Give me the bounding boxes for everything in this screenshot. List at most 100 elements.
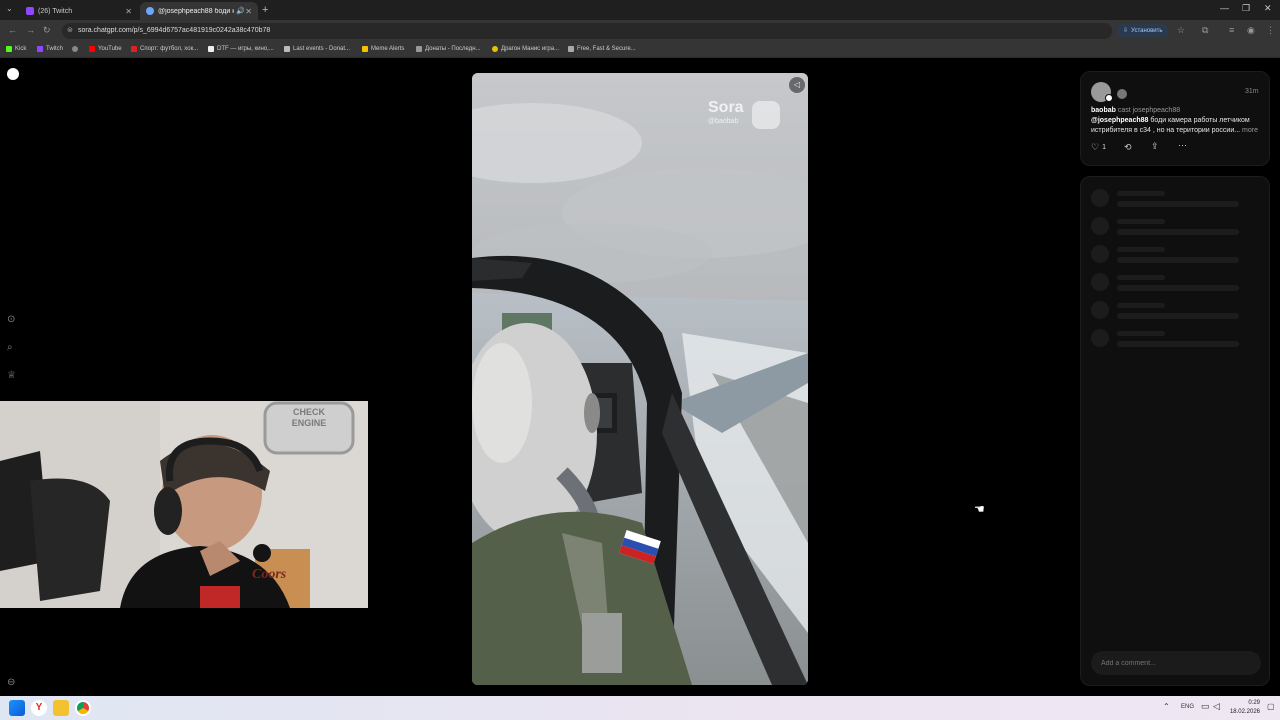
sign-line-1: CHECK [292, 407, 325, 417]
bookmark-label: YouTube [98, 46, 122, 52]
clock-date: 18.02.2026 [1229, 709, 1260, 715]
profile-icon[interactable]: ◉ [1247, 25, 1255, 36]
meme-alerts-icon [362, 46, 368, 52]
new-tab-button[interactable]: + [262, 4, 268, 16]
volume-icon[interactable]: ◁ [1213, 701, 1220, 712]
sora-icon [146, 7, 154, 15]
tab-sora[interactable]: @josephpeach88 боди ка... 🔊 ✕ [140, 2, 258, 20]
search-icon[interactable]: ⌕ [7, 342, 13, 353]
kick-icon [6, 46, 12, 52]
sora-watermark-icon [752, 101, 780, 129]
clock[interactable]: 0:29 18.02.2026 [1228, 699, 1260, 717]
bookmark-twitch[interactable]: Twitch [37, 46, 63, 52]
bookmark-label: Kick [15, 46, 27, 52]
share-icon[interactable]: ⇪ [1151, 141, 1159, 152]
maximize-button[interactable]: ❐ [1242, 3, 1250, 14]
comments-panel [1080, 176, 1270, 686]
bookmark-label: Twitch [46, 46, 64, 52]
cast-avatar[interactable] [1117, 89, 1127, 99]
reload-icon[interactable]: ↻ [43, 25, 51, 36]
youtube-icon [89, 46, 95, 52]
watermark-handle: @baobab [708, 118, 739, 125]
tab-twitch[interactable]: (26) Twitch ✕ [20, 2, 138, 20]
speaker-icon[interactable]: 🔊 [236, 7, 245, 15]
author-name[interactable]: baobab [1091, 107, 1116, 114]
bookmark-sport[interactable]: Спорт: футбол, хок... [131, 46, 198, 52]
post-time: 31m [1245, 88, 1259, 95]
url-field[interactable]: ⊜ sora.chatgpt.com/p/s_6994d6757ac481919… [62, 23, 1112, 39]
install-label: Установить [1131, 28, 1163, 34]
close-icon[interactable]: ✕ [125, 7, 132, 16]
tab-bar: ⌄ (26) Twitch ✕ @josephpeach88 боди ка..… [0, 0, 1280, 20]
tray-chevron-icon[interactable]: ⌃ [1163, 702, 1170, 711]
comment-skeleton [1091, 189, 1261, 211]
remix-icon[interactable]: ⟲ [1124, 142, 1132, 153]
address-bar-row: ← → ↻ ⊜ sora.chatgpt.com/p/s_6994d6757ac… [0, 20, 1280, 42]
tab-label: @josephpeach88 боди ка... [158, 7, 234, 15]
bookmark-label: DTF — игры, кино,... [217, 46, 274, 52]
back-icon[interactable]: ← [8, 25, 17, 35]
site-info-icon[interactable]: ⊜ [67, 26, 73, 34]
watermark-text: Sora [708, 99, 744, 116]
speaker-muted-icon: ◁ [793, 80, 801, 89]
bookmark-dtf[interactable]: DTF — игры, кино,... [208, 46, 274, 52]
bookmark-mail[interactable]: Free, Fast & Secure... [568, 46, 636, 52]
notifications-icon[interactable]: ▢ [1267, 702, 1275, 711]
window-close-button[interactable]: ✕ [1264, 3, 1272, 14]
dragon-icon [492, 46, 498, 52]
hand-cursor-icon: ☚ [974, 502, 985, 516]
bookmark-donat[interactable]: Last events - Donat... [284, 46, 350, 52]
file-explorer-icon[interactable] [53, 700, 69, 716]
heart-icon: ♡ [1091, 142, 1100, 152]
bookmark-dragon[interactable]: Драгон Манис игра... [492, 46, 559, 52]
mention-link[interactable]: @josephpeach88 [1091, 117, 1148, 124]
extensions-icon[interactable]: ⧉ [1202, 25, 1208, 36]
mute-button[interactable]: ◁ [789, 77, 805, 93]
bookmark-donaty[interactable]: Донаты - Последн... [416, 46, 481, 52]
trophy-icon[interactable]: ♕ [7, 370, 16, 381]
comment-input[interactable] [1091, 651, 1261, 675]
bookmark-globe[interactable] [72, 46, 81, 52]
windows-start-icon[interactable] [9, 700, 25, 716]
language-indicator[interactable]: ENG [1181, 704, 1194, 710]
like-button[interactable]: ♡ 1 [1091, 142, 1106, 153]
more-link[interactable]: more [1242, 127, 1258, 134]
bookmark-label: Донаты - Последн... [425, 46, 481, 52]
bookmark-label: Free, Fast & Secure... [577, 46, 636, 52]
windows-taskbar: Y ⌃ ENG ▭ ◁ 0:29 18.02.2026 ▢ [0, 696, 1280, 720]
chrome-icon[interactable] [75, 700, 91, 716]
minimize-button[interactable]: — [1220, 3, 1229, 13]
media-icon[interactable]: ≡ [1229, 25, 1234, 35]
bookmark-kick[interactable]: Kick [6, 46, 26, 52]
tab-list-chevron-icon[interactable]: ⌄ [6, 4, 13, 13]
sora-logo-icon[interactable] [7, 68, 19, 80]
more-options-icon[interactable]: ⋯ [1178, 140, 1187, 151]
mail-icon [568, 46, 574, 52]
install-app-button[interactable]: ⇩ Установить [1117, 24, 1169, 38]
bookmark-meme-alerts[interactable]: Meme Alerts [362, 46, 404, 52]
comment-skeleton [1091, 217, 1261, 239]
bookmark-star-icon[interactable]: ☆ [1177, 25, 1185, 36]
forward-icon[interactable]: → [26, 25, 35, 35]
folder-icon [416, 46, 422, 52]
comment-skeleton [1091, 301, 1261, 323]
network-icon[interactable]: ▭ [1201, 701, 1210, 712]
settings-icon[interactable]: ⊖ [7, 677, 15, 688]
menu-icon[interactable]: ⋮ [1266, 25, 1275, 36]
twitch-icon [37, 46, 43, 52]
home-icon[interactable]: ⊙ [7, 314, 15, 325]
video-player[interactable]: ◁ Sora @baobab [472, 73, 808, 685]
sign-line-2: ENGINE [291, 418, 327, 428]
post-caption: @josephpeach88 боди камера работы летчик… [1091, 116, 1263, 136]
yandex-browser-icon[interactable]: Y [31, 700, 47, 716]
cast-text[interactable]: cast josephpeach88 [1118, 107, 1180, 114]
url-text: sora.chatgpt.com/p/s_6994d6757ac481919c0… [78, 27, 271, 34]
bookmark-youtube[interactable]: YouTube [89, 46, 122, 52]
author-line: baobab cast josephpeach88 [1091, 107, 1180, 114]
comment-skeleton [1091, 329, 1261, 351]
globe-icon [72, 46, 78, 52]
close-icon[interactable]: ✕ [245, 7, 252, 16]
sign-text: CHECK ENGINE [276, 407, 342, 429]
bookmark-label: Спорт: футбол, хок... [140, 46, 199, 52]
sport-icon [131, 46, 137, 52]
